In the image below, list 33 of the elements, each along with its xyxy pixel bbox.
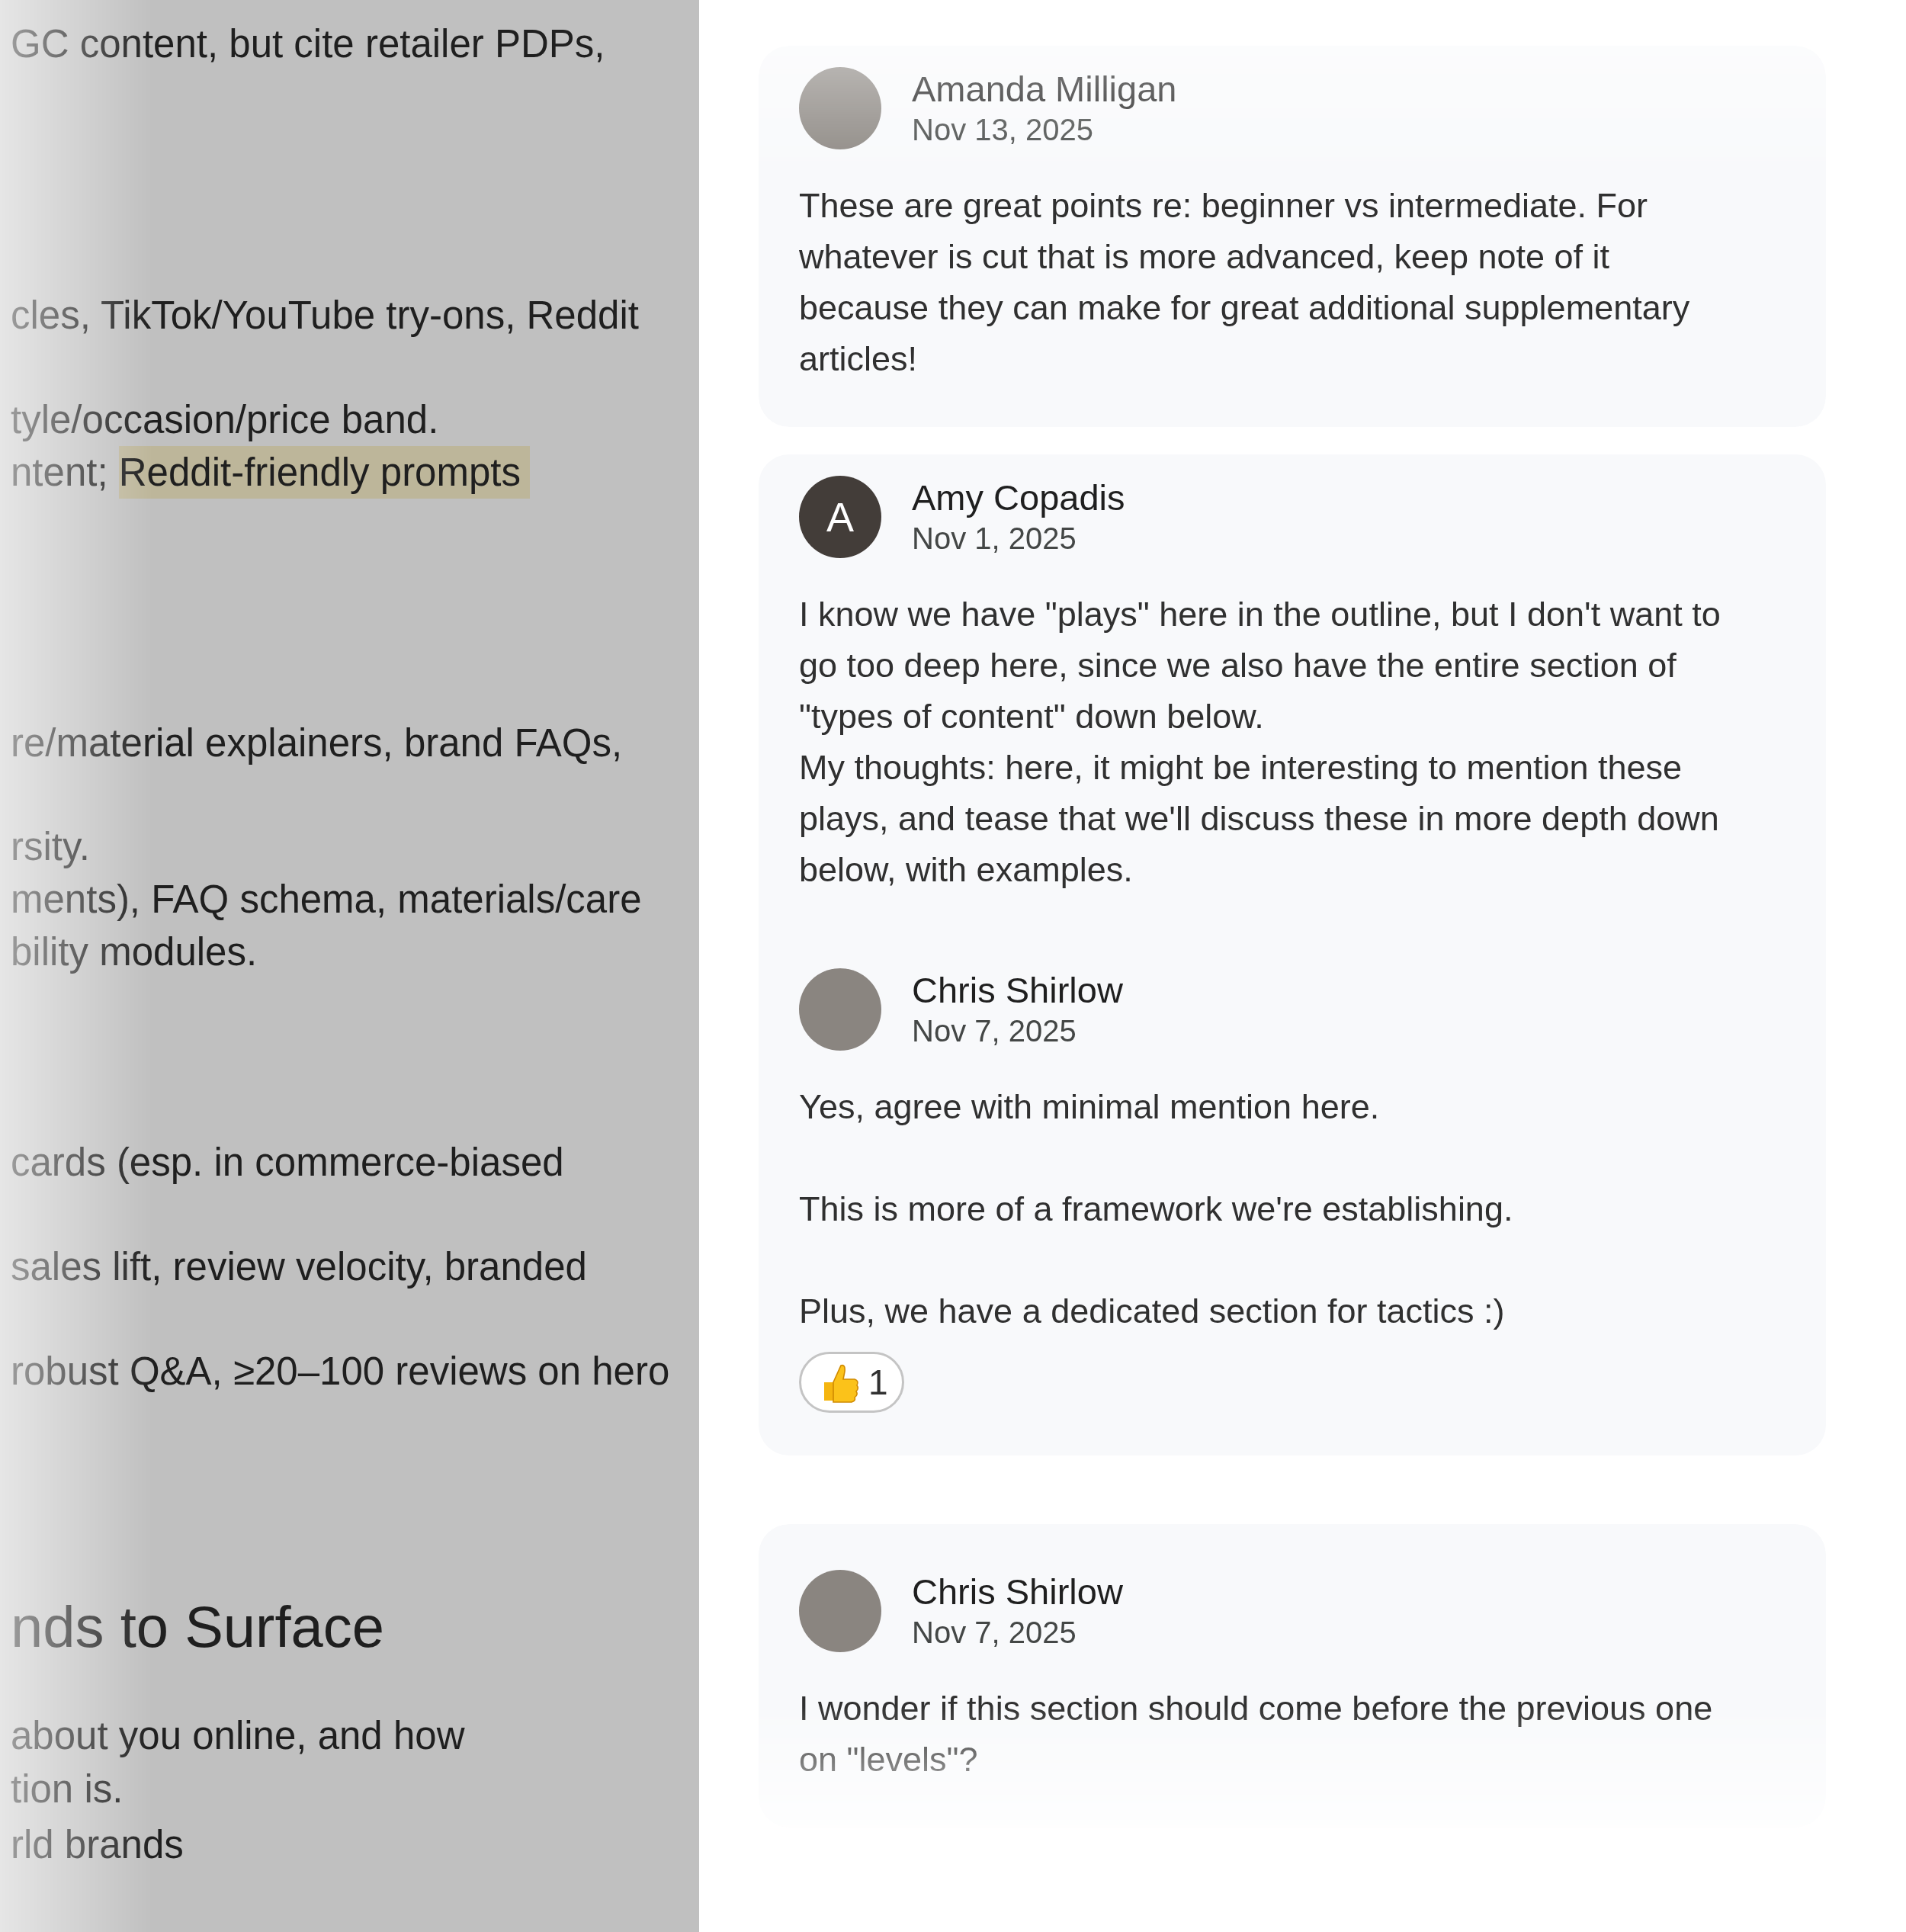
document-text: ments), FAQ schema, materials/care — [11, 878, 642, 921]
document-text: tyle/occasion/price band. — [11, 398, 439, 441]
comment-date: Nov 7, 2025 — [912, 1013, 1077, 1049]
author-name: Chris Shirlow — [912, 969, 1123, 1012]
comment-date: Nov 1, 2025 — [912, 521, 1077, 557]
comment-text: Plus, we have a dedicated section for tactics :) — [799, 1291, 1506, 1332]
document-text: rld brands — [11, 1823, 184, 1866]
document-text: re/material explainers, brand FAQs, — [11, 721, 623, 765]
document-text: tion is. — [11, 1767, 124, 1811]
comment-date: Nov 7, 2025 — [912, 1615, 1077, 1651]
document-text: ntent; — [11, 451, 109, 494]
reaction-chip[interactable]: 1 — [799, 1352, 904, 1413]
document-text: about you online, and how — [11, 1714, 465, 1757]
comment-text: My thoughts: here, it might be interesting to mention these plays, and tease that we'll discuss these in more depth down below, with examples. — [799, 747, 1720, 891]
author-name: Amy Copadis — [912, 477, 1125, 519]
document-text: GC content, but cite retailer PDPs, — [11, 22, 605, 66]
document-text: cles, TikTok/YouTube try-ons, Reddit — [11, 294, 639, 337]
document-text: robust Q&A, ≥20–100 reviews on hero — [11, 1350, 670, 1393]
author-name: Amanda Milligan — [912, 68, 1177, 111]
highlighted-text: Reddit-friendly prompts — [118, 446, 530, 499]
document-text: cards (esp. in commerce-biased — [11, 1141, 564, 1184]
comment-date: Nov 13, 2025 — [912, 112, 1094, 148]
letter-avatar: A — [799, 476, 881, 558]
comment-text: These are great points re: beginner vs intermediate. For whatever is cut that is more advanced, keep note of it because they can make for great additional supplementary articles! — [799, 185, 1691, 380]
section-heading: nds to Surface — [11, 1594, 385, 1659]
comment-text: This is more of a framework we're establishing. — [799, 1189, 1514, 1230]
comment-text: Yes, agree with minimal mention here. — [799, 1086, 1381, 1128]
comment-text: I know we have "plays" here in the outline, but I don't want to go too deep here, since we also have the entire section of "types of content" down below. — [799, 594, 1721, 737]
document-text: bility modules. — [11, 930, 258, 974]
document-text: rsity. — [11, 825, 90, 868]
document-text: sales lift, review velocity, branded — [11, 1245, 587, 1289]
comment-text: I wonder if this section should come before the previous one on "levels"? — [799, 1688, 1714, 1780]
author-name: Chris Shirlow — [912, 1571, 1123, 1613]
